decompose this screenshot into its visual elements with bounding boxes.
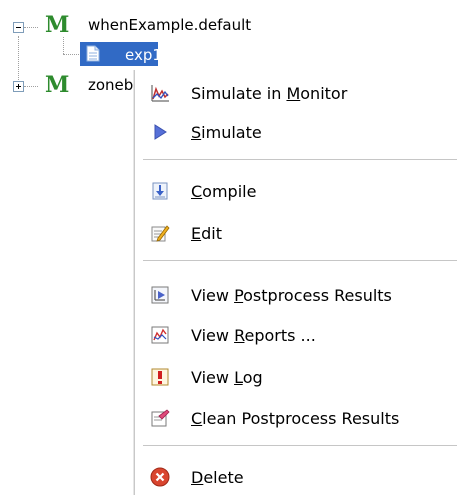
delete-x-icon <box>150 467 170 487</box>
simulate-in-monitor-icon <box>151 85 169 102</box>
tree-connector <box>24 27 38 29</box>
edit-pencil-icon <box>151 225 170 242</box>
menu-item-view-postprocess-results[interactable]: View Postprocess Results <box>135 278 457 312</box>
menu-separator <box>143 445 457 447</box>
menu-item-label: Edit <box>191 224 222 243</box>
tree-connector <box>24 86 38 88</box>
tree-connector <box>63 54 81 56</box>
menu-item-delete[interactable]: Delete <box>135 460 457 494</box>
tree-connector <box>18 36 20 86</box>
menu-item-label: Compile <box>191 182 257 201</box>
model-m-icon: M <box>45 72 70 98</box>
model-m-icon: M <box>45 12 70 38</box>
menu-item-compile[interactable]: Compile <box>135 174 457 208</box>
menu-item-clean-postprocess-results[interactable]: Clean Postprocess Results <box>135 401 457 435</box>
menu-item-label: View Log <box>191 368 263 387</box>
expand-toggle-icon[interactable] <box>13 81 24 92</box>
menu-item-view-reports[interactable]: View Reports ... <box>135 318 457 352</box>
tree-node-label[interactable]: exp1 <box>125 46 162 64</box>
menu-item-label: Simulate <box>191 123 262 142</box>
postprocess-results-icon <box>151 286 169 304</box>
menu-item-label: Delete <box>191 468 244 487</box>
reports-chart-icon <box>151 326 169 344</box>
tree-connector <box>63 37 65 54</box>
experiment-document-icon <box>86 45 100 62</box>
screen: M whenExample.default exp1 M zoneb Simul… <box>0 0 458 495</box>
menu-item-simulate[interactable]: Simulate <box>135 115 457 149</box>
menu-item-label: View Postprocess Results <box>191 286 392 305</box>
clean-results-icon <box>151 409 170 427</box>
tree-node-label[interactable]: zoneb <box>88 76 133 94</box>
menu-item-view-log[interactable]: View Log <box>135 360 457 394</box>
compile-icon <box>152 182 168 200</box>
menu-item-edit[interactable]: Edit <box>135 216 457 250</box>
menu-separator <box>143 260 457 262</box>
simulate-play-icon <box>154 124 167 140</box>
log-warning-icon <box>151 368 169 386</box>
menu-item-label: View Reports ... <box>191 326 316 345</box>
context-menu: Simulate in Monitor Simulate Compile Edi… <box>134 70 457 495</box>
menu-item-label: Simulate in Monitor <box>191 84 348 103</box>
menu-item-label: Clean Postprocess Results <box>191 409 400 428</box>
menu-item-simulate-in-monitor[interactable]: Simulate in Monitor <box>135 76 457 110</box>
menu-separator <box>143 159 457 161</box>
tree-node-label[interactable]: whenExample.default <box>88 16 251 34</box>
collapse-toggle-icon[interactable] <box>13 22 24 33</box>
